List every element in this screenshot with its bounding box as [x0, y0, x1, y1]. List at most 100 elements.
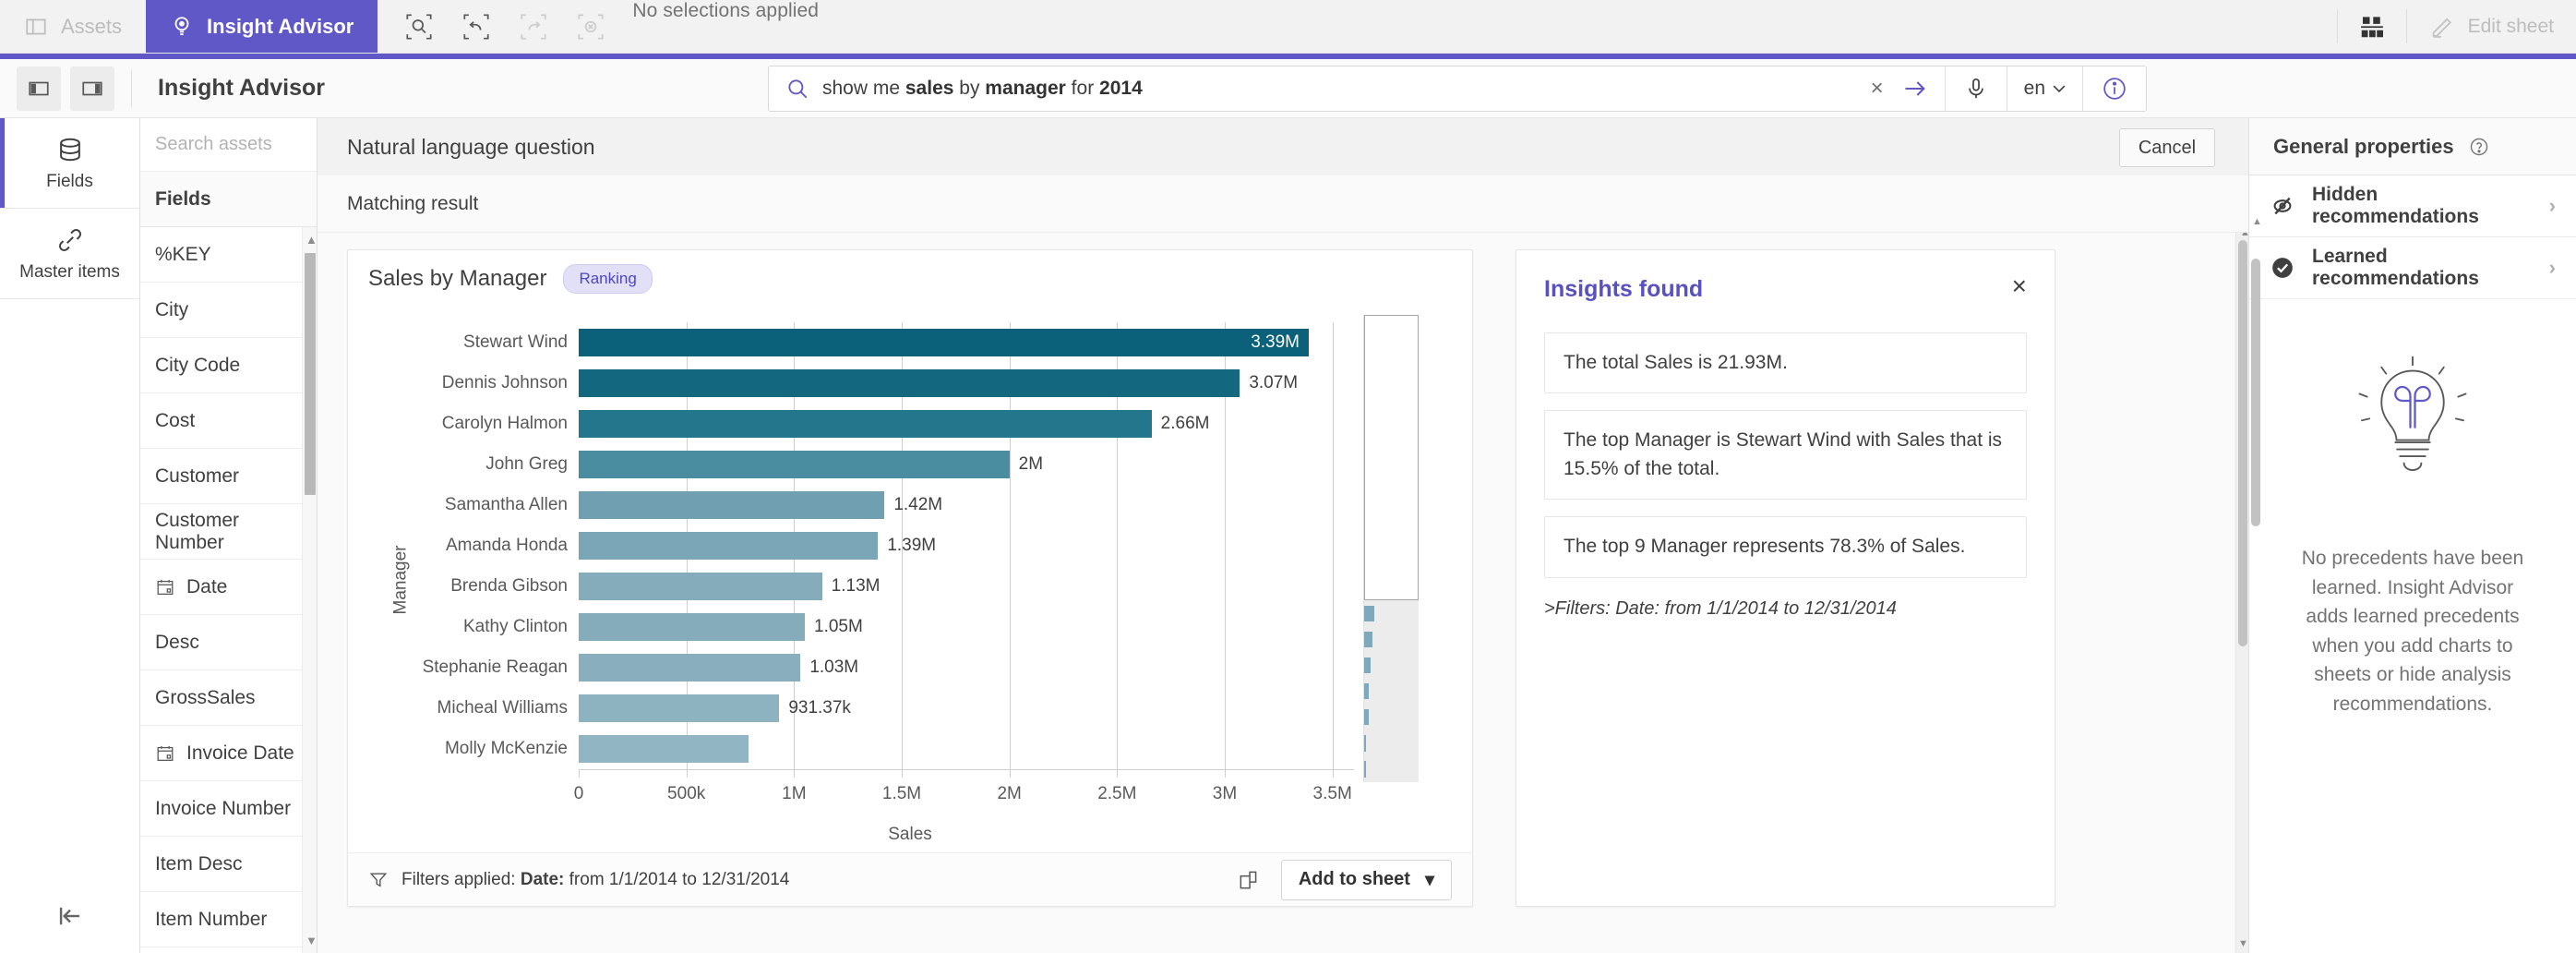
step-back-icon[interactable] — [451, 2, 501, 52]
help-icon[interactable] — [2469, 137, 2489, 157]
bar-row[interactable]: Brenda Gibson 1.13M — [450, 572, 1354, 601]
bar[interactable] — [579, 368, 1240, 398]
x-tick-label: 1M — [782, 784, 807, 803]
assets-scrollbar[interactable]: ▲ ▼ — [302, 227, 317, 953]
toggle-right-panel-button[interactable] — [70, 66, 114, 111]
bar-value-label: 1.03M — [809, 657, 859, 678]
tab-insight-advisor[interactable]: Insight Advisor — [146, 0, 378, 53]
bar-row[interactable]: Carolyn Halmon 2.66M — [442, 409, 1354, 439]
bar-row[interactable]: Molly McKenzie — [445, 734, 1354, 764]
collapse-panel-button[interactable] — [0, 879, 139, 953]
row-hidden-recommendations-label: Hidden recommendations — [2312, 184, 2479, 227]
properties-scrollbar[interactable]: ▲ — [2249, 175, 2262, 953]
info-icon[interactable] — [2083, 76, 2146, 102]
bar-row[interactable]: Amanda Honda 1.39M — [446, 531, 1354, 561]
canvas-scrollbar[interactable]: ▲ ▼ — [2235, 233, 2248, 953]
bar[interactable] — [579, 734, 749, 764]
bar-chart[interactable]: Manager Stewart Wind 3.39M Dennis Johnson 3… — [348, 308, 1472, 852]
list-item[interactable]: Cost — [140, 393, 317, 449]
scrollbar-thumb[interactable] — [2251, 259, 2260, 526]
bar-category-label: Kathy Clinton — [462, 617, 568, 637]
bar[interactable] — [579, 450, 1010, 479]
status-badge: Ranking — [563, 264, 653, 294]
bar[interactable] — [579, 490, 885, 520]
list-item[interactable]: Invoice Date — [140, 726, 317, 781]
list-item[interactable]: City — [140, 283, 317, 338]
axis-tick — [1117, 769, 1119, 778]
bar-row[interactable]: Kathy Clinton 1.05M — [463, 612, 1354, 642]
insights-header: Insights found × — [1544, 272, 2027, 303]
scroll-up-icon[interactable]: ▲ — [306, 233, 317, 247]
bar-row[interactable]: John Greg 2M — [485, 450, 1354, 479]
row-learned-recommendations[interactable]: Learned recommendations › — [2249, 237, 2576, 299]
insights-card: Insights found × The total Sales is 21.9… — [1516, 249, 2055, 907]
matching-result-label: Matching result — [318, 175, 2248, 233]
minimap-viewport-handle[interactable] — [1364, 315, 1419, 601]
list-item[interactable]: Customer — [140, 449, 317, 504]
toggle-left-panel-button[interactable] — [17, 66, 61, 111]
bar[interactable] — [579, 572, 822, 601]
bar[interactable] — [579, 531, 879, 561]
tab-assets[interactable]: Assets — [0, 0, 146, 53]
bar[interactable] — [579, 653, 801, 682]
selection-search-icon[interactable] — [394, 2, 444, 52]
filters-field: Date: — [520, 869, 565, 889]
bar-row[interactable]: Micheal Williams 931.37k — [437, 694, 1354, 723]
language-selector[interactable]: en — [2007, 78, 2082, 100]
list-item[interactable]: Customer Number — [140, 504, 317, 560]
clear-search-button[interactable]: × — [1856, 76, 1899, 102]
bar-value-label: 1.39M — [887, 536, 937, 556]
insight-item[interactable]: The top 9 Manager represents 78.3% of Sa… — [1544, 516, 2027, 578]
assets-list: %KEY City City Code Cost Customer Customer Nu… — [140, 227, 317, 953]
search-bar[interactable]: show me sales by manager for 2014 × en — [768, 66, 2147, 112]
edit-sheet-button[interactable]: Edit sheet — [2407, 0, 2576, 53]
search-assets-input[interactable]: Search assets — [140, 118, 317, 172]
chart-minimap-scrollbar[interactable] — [1363, 315, 1419, 782]
scroll-up-icon[interactable]: ▲ — [2252, 216, 2262, 227]
scroll-down-icon[interactable]: ▼ — [306, 934, 317, 947]
bar-value-label: 1.13M — [831, 576, 881, 597]
chevron-down-icon: ▾ — [1424, 870, 1434, 890]
chart-title: Sales by Manager — [368, 266, 547, 291]
tab-assets-label: Assets — [61, 14, 123, 38]
topbar-right-group: Edit sheet — [2336, 0, 2576, 53]
sidebar-item-fields[interactable]: Fields — [0, 118, 139, 209]
list-item[interactable]: Date — [140, 560, 317, 615]
close-icon[interactable]: × — [2012, 272, 2027, 298]
bar[interactable] — [579, 612, 805, 642]
list-item[interactable]: Invoice Number — [140, 781, 317, 837]
x-tick-label: 2M — [997, 784, 1022, 803]
bar-row[interactable]: Dennis Johnson 3.07M — [442, 368, 1354, 398]
insight-item[interactable]: The total Sales is 21.93M. — [1544, 332, 2027, 394]
scroll-up-icon[interactable]: ▲ — [2240, 233, 2248, 238]
sheet-grid-button[interactable] — [2338, 0, 2406, 53]
row-hidden-recommendations[interactable]: Hidden recommendations › — [2249, 175, 2576, 237]
list-item[interactable]: Item Number — [140, 892, 317, 947]
bar-row[interactable]: Stephanie Reagan 1.03M — [423, 653, 1354, 682]
list-item[interactable]: %KEY — [140, 227, 317, 283]
scroll-down-icon[interactable]: ▼ — [2238, 938, 2248, 949]
bar-category-label: Samantha Allen — [444, 495, 568, 515]
list-item[interactable]: GrossSales — [140, 670, 317, 726]
insight-item[interactable]: The top Manager is Stewart Wind with Sal… — [1544, 410, 2027, 501]
submit-search-icon[interactable] — [1899, 76, 1945, 102]
list-item[interactable]: Desc — [140, 615, 317, 670]
scrollbar-thumb[interactable] — [305, 253, 316, 495]
bar[interactable] — [579, 409, 1152, 439]
search-input[interactable]: show me sales by manager for 2014 — [822, 78, 1856, 100]
add-to-sheet-button[interactable]: Add to sheet ▾ — [1280, 859, 1452, 900]
cancel-button[interactable]: Cancel — [2119, 128, 2215, 167]
list-item[interactable]: Item Desc — [140, 837, 317, 892]
scrollbar-thumb[interactable]: ▲ — [2238, 233, 2248, 646]
microphone-icon[interactable] — [1946, 77, 2007, 101]
bar-category-label: Stephanie Reagan — [422, 657, 568, 678]
list-item[interactable]: City Code — [140, 338, 317, 393]
bar[interactable] — [579, 694, 780, 723]
bar[interactable] — [579, 328, 1309, 357]
database-icon — [55, 135, 85, 164]
app-body: Fields Master items Search assets Fields… — [0, 118, 2576, 953]
analysis-type-icon[interactable] — [1237, 868, 1261, 892]
bar-row[interactable]: Stewart Wind 3.39M — [463, 328, 1354, 357]
sidebar-item-master-items[interactable]: Master items — [0, 209, 139, 299]
bar-row[interactable]: Samantha Allen 1.42M — [445, 490, 1354, 520]
